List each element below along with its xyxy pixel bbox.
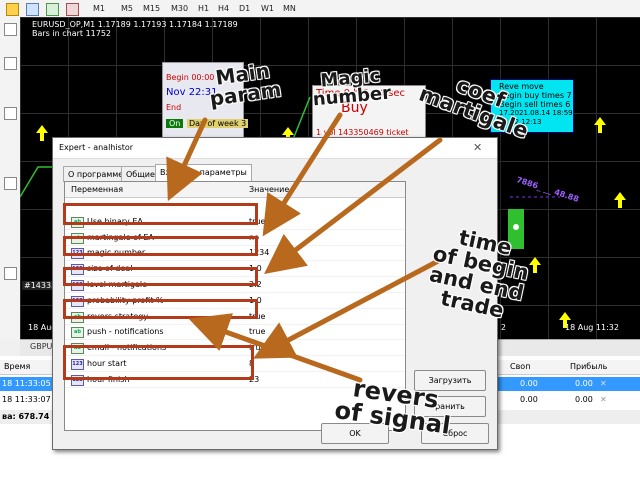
annotation-magic-number: Magic number [311,65,392,111]
annotation-main-param: Main param [208,58,283,111]
arrow [166,117,208,202]
arrow [264,137,443,275]
arrow [188,313,363,383]
arrow [253,257,443,359]
arrow [262,112,343,237]
